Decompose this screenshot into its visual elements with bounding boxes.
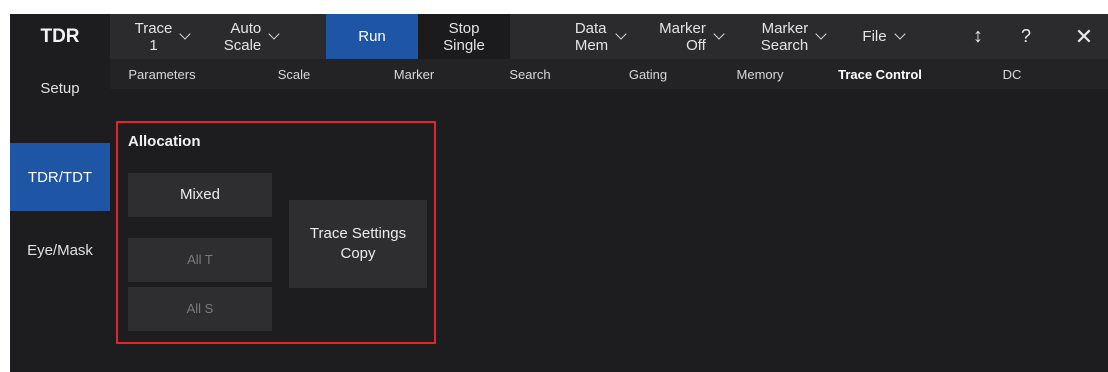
sidebar-item-setup[interactable]: Setup <box>10 59 110 109</box>
marker-off-line1: Marker <box>659 19 706 37</box>
file-dropdown[interactable]: File <box>846 14 920 59</box>
chevron-down-icon <box>179 27 192 40</box>
stop-label: Stop <box>448 19 480 37</box>
app-title: TDR <box>10 14 110 59</box>
sidebar-item-tdr-tdt[interactable]: TDR/TDT <box>10 143 110 211</box>
mixed-button[interactable]: Mixed <box>128 173 272 217</box>
data-mem-line1: Data <box>574 19 607 37</box>
tab-parameters[interactable]: Parameters <box>110 59 214 89</box>
chevron-down-icon <box>268 27 280 40</box>
chevron-down-icon <box>815 27 827 40</box>
allocation-title: Allocation <box>128 133 201 150</box>
all-s-button[interactable]: All S <box>128 287 272 331</box>
marker-search-line1: Marker <box>761 19 809 37</box>
data-mem-dropdown[interactable]: Data Mem <box>556 14 644 59</box>
trace-settings-copy-button[interactable]: Trace Settings Copy <box>289 200 427 288</box>
tab-trace-control[interactable]: Trace Control <box>820 59 940 89</box>
copy-line1: Trace Settings <box>309 225 407 242</box>
chevron-down-icon <box>893 27 906 40</box>
trace-label: Trace <box>134 19 173 37</box>
copy-line2: Copy <box>340 245 376 262</box>
marker-off-dropdown[interactable]: Marker Off <box>646 14 736 59</box>
sidebar: Setup TDR/TDT Eye/Mask <box>10 59 110 372</box>
autoscale-line1: Auto <box>230 19 262 37</box>
close-icon[interactable]: ✕ <box>1064 14 1104 59</box>
top-toolbar: TDR Trace 1 Auto Scale Run Stop Single D… <box>10 14 1108 59</box>
single-label: Single <box>443 36 485 54</box>
chevron-down-icon <box>615 27 627 40</box>
tab-scale[interactable]: Scale <box>250 59 338 89</box>
all-t-button[interactable]: All T <box>128 238 272 282</box>
marker-search-dropdown[interactable]: Marker Search <box>745 14 841 59</box>
trace-dropdown[interactable]: Trace 1 <box>118 14 206 59</box>
sidebar-item-eye-mask[interactable]: Eye/Mask <box>10 231 110 269</box>
autoscale-dropdown[interactable]: Auto Scale <box>206 14 296 59</box>
trace-value: 1 <box>149 36 158 54</box>
chevron-down-icon <box>713 27 725 40</box>
stop-single-button[interactable]: Stop Single <box>418 14 510 59</box>
marker-search-line2: Search <box>760 36 809 54</box>
tdr-app-window: TDR Trace 1 Auto Scale Run Stop Single D… <box>10 14 1108 372</box>
run-button[interactable]: Run <box>326 14 418 59</box>
data-mem-line2: Mem <box>574 36 609 54</box>
marker-off-line2: Off <box>686 36 706 54</box>
arrows-vertical-icon[interactable]: ↕ <box>958 14 998 59</box>
tab-bar: Parameters Scale Marker Search Gating Me… <box>110 59 1108 89</box>
file-label: File <box>862 28 887 45</box>
autoscale-line2: Scale <box>223 36 262 54</box>
tab-marker[interactable]: Marker <box>362 59 466 89</box>
tab-search[interactable]: Search <box>478 59 582 89</box>
help-icon[interactable]: ? <box>1006 14 1046 59</box>
tab-gating[interactable]: Gating <box>596 59 700 89</box>
tab-dc[interactable]: DC <box>964 59 1060 89</box>
tab-memory[interactable]: Memory <box>708 59 812 89</box>
